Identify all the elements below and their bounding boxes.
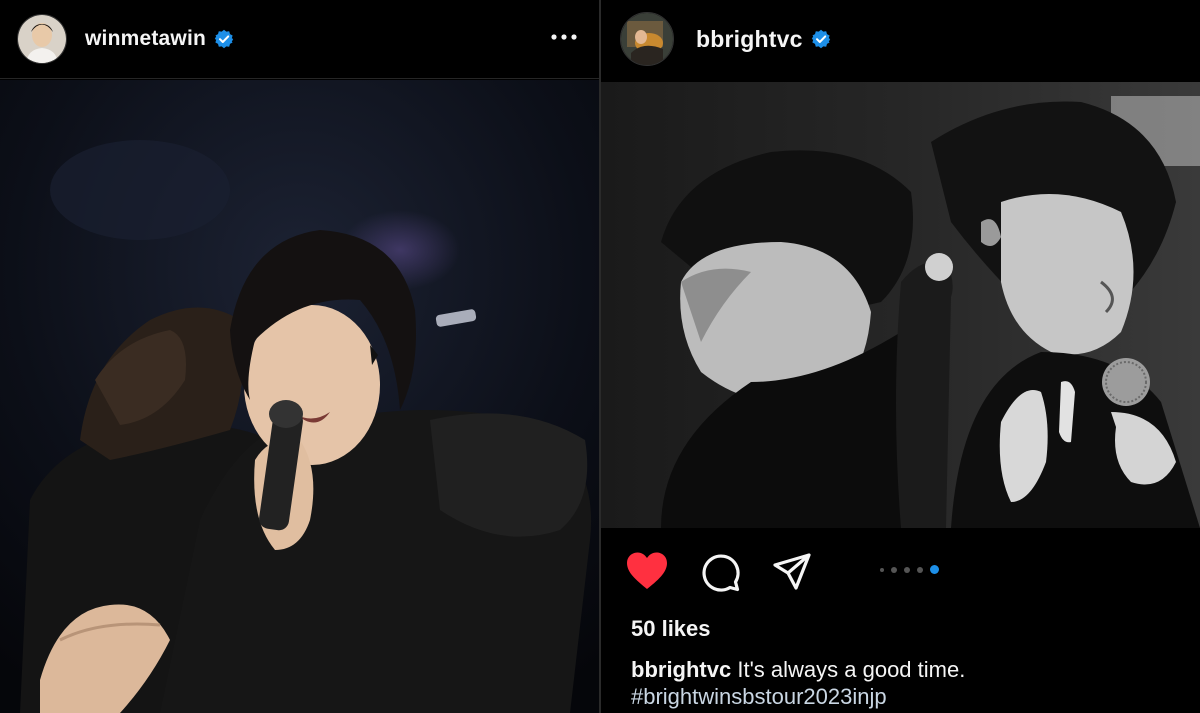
profile-avatar[interactable] — [620, 12, 674, 66]
verified-badge-icon — [811, 29, 830, 49]
caption-text: It's always a good time. — [737, 657, 966, 682]
comment-button[interactable] — [699, 551, 741, 598]
carousel-dot — [917, 566, 923, 573]
like-button[interactable] — [625, 551, 669, 596]
username[interactable]: winmetawin — [85, 27, 206, 51]
right-post: bbrightvc 50 likes bbrightvc It's always… — [601, 0, 1200, 713]
profile-avatar[interactable] — [17, 14, 67, 64]
left-post: winmetawin — [0, 0, 599, 713]
share-icon — [773, 553, 811, 590]
carousel-dot — [891, 566, 897, 573]
post-photo[interactable] — [0, 80, 599, 713]
more-options-button[interactable] — [547, 22, 581, 52]
post-actions — [601, 545, 1200, 597]
carousel-dot-active — [930, 565, 939, 574]
username[interactable]: bbrightvc — [696, 26, 803, 53]
verified-badge-icon — [214, 29, 234, 49]
likes-count[interactable]: 50 likes — [631, 616, 711, 642]
post-caption: bbrightvc It's always a good time. — [631, 656, 965, 684]
hashtag-link[interactable]: #brightwinsbstour2023injp — [631, 684, 887, 710]
share-button[interactable] — [771, 551, 813, 598]
heart-icon — [627, 552, 667, 589]
carousel-indicator — [880, 565, 939, 574]
post-header: winmetawin — [0, 0, 599, 79]
carousel-dot — [904, 566, 910, 573]
comment-icon — [702, 554, 740, 592]
post-header: bbrightvc — [601, 0, 1200, 78]
more-options-icon — [551, 34, 577, 40]
post-photo[interactable] — [601, 82, 1200, 528]
carousel-dot — [880, 567, 884, 572]
caption-username[interactable]: bbrightvc — [631, 657, 731, 682]
